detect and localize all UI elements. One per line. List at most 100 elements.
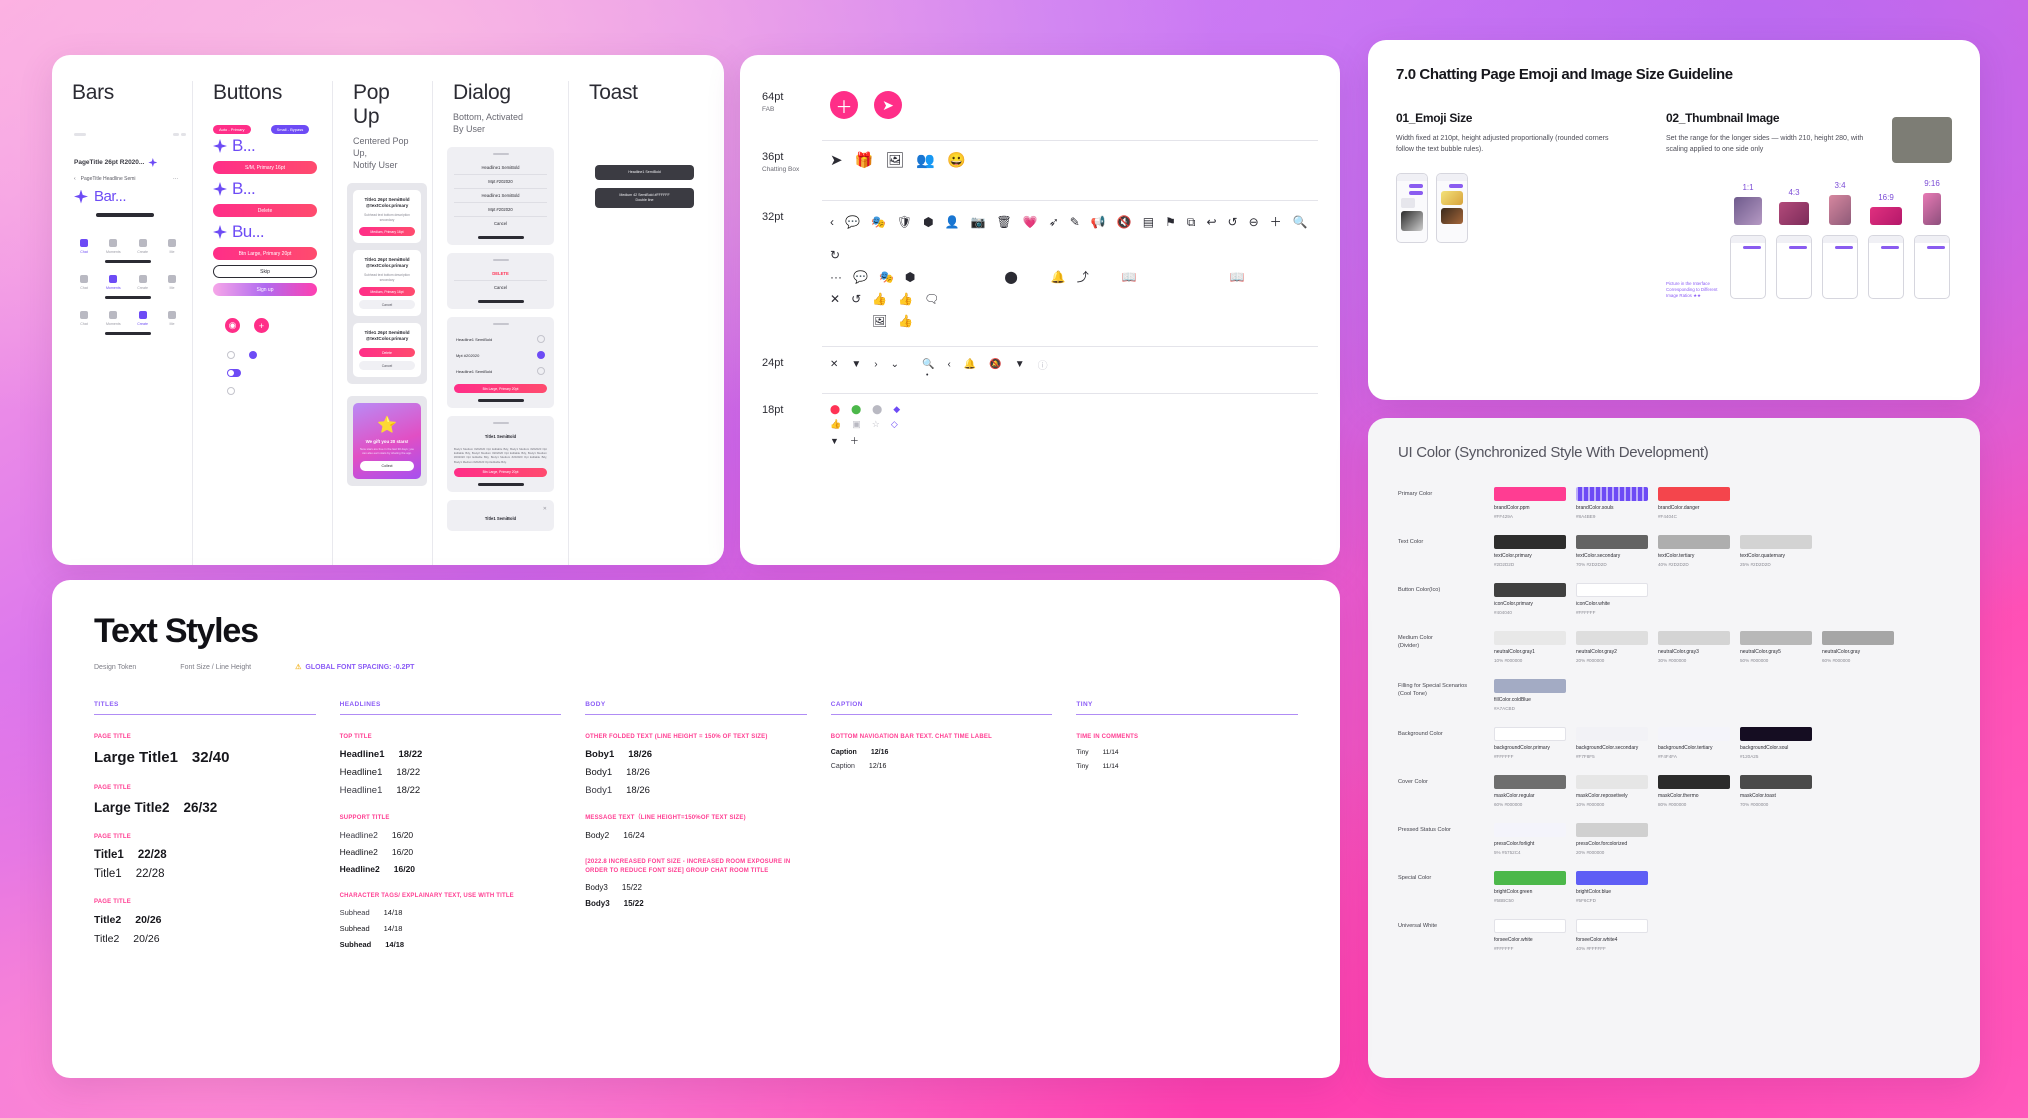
button-small-primary[interactable]: S/M, Primary 16pt — [213, 161, 317, 174]
more-icon[interactable]: ··· — [173, 176, 178, 182]
bell-off-icon[interactable]: 🔕 — [989, 359, 1001, 370]
hexagon-2-icon[interactable]: ⬢ — [905, 266, 915, 288]
color-swatch[interactable]: textColor.primary #2D2D2D — [1494, 535, 1566, 567]
popup-cancel-button[interactable]: Cancel — [359, 361, 415, 371]
color-swatch[interactable]: maskColor.regular 60% #000000 — [1494, 775, 1566, 807]
button-skip[interactable]: Skip — [213, 265, 317, 278]
button-large-primary[interactable]: Btn Large, Primary 20pt — [213, 247, 317, 260]
color-swatch[interactable]: iconColor.white #FFFFFF — [1576, 583, 1648, 615]
thumbs-up-tiny-icon[interactable]: 👍 — [830, 419, 841, 430]
book-2-icon[interactable]: 📖 — [1230, 266, 1245, 288]
search-icon[interactable]: 🔍 — [1293, 211, 1308, 233]
diamond-small-icon[interactable]: ◆ — [893, 404, 900, 415]
color-swatch[interactable]: maskColor.reposetively 10% #000000 — [1576, 775, 1648, 807]
sheet-grip[interactable] — [492, 323, 509, 325]
color-swatch[interactable]: iconColor.primary #404040 — [1494, 583, 1566, 615]
color-swatch[interactable]: textColor.quaternary 25% #2D2D2D — [1740, 535, 1812, 567]
color-swatch[interactable]: textColor.tertiary 40% #2D2D2D — [1658, 535, 1730, 567]
mask-2-icon[interactable]: 🎭 — [879, 266, 894, 288]
tab-item[interactable]: Chat — [74, 239, 94, 254]
color-swatch[interactable]: neutralColor.gray 60% #000000 — [1822, 631, 1894, 663]
caret-down-icon[interactable]: ▼ — [851, 359, 861, 370]
tab-item[interactable]: Moments — [103, 311, 123, 326]
close-icon[interactable]: ✕ — [830, 288, 840, 310]
chevron-right-icon[interactable]: › — [874, 359, 877, 370]
radio-on[interactable] — [249, 351, 257, 359]
color-swatch[interactable]: maskColor.thermo 80% #000000 — [1658, 775, 1730, 807]
popup-primary-button[interactable]: Medium, Primary 16pt — [359, 287, 415, 297]
chevron-left-small-icon[interactable]: ‹ — [947, 359, 950, 370]
user-circle-icon[interactable]: 👤 — [945, 211, 960, 233]
back-chevron-icon[interactable]: ‹ — [74, 176, 76, 182]
brand-button-2[interactable]: B... — [213, 179, 318, 199]
send-icon[interactable]: ➤ — [830, 151, 843, 169]
camera-icon[interactable]: 📷 — [971, 211, 986, 233]
tab-bar-1[interactable]: Chat Moments Create Me — [74, 239, 182, 263]
tab-item[interactable]: Me — [162, 311, 182, 326]
book-icon[interactable]: 📖 — [1122, 266, 1137, 288]
color-swatch[interactable]: brandColor.souls #8A4BE9 — [1576, 487, 1648, 519]
copy-icon[interactable]: ⧉ — [1187, 211, 1196, 233]
dialog-primary-button[interactable]: Btn Large, Primary 20pt — [454, 384, 547, 393]
image-tiny-icon[interactable]: ▣ — [852, 419, 861, 430]
tab-item[interactable]: Moments — [103, 239, 123, 254]
color-swatch[interactable]: brandColor.danger #F4404C — [1658, 487, 1730, 519]
check-circle-icon[interactable]: ⬤ — [851, 404, 861, 415]
color-swatch[interactable]: textColor.secondary 70% #2D2D2D — [1576, 535, 1648, 567]
popup-delete-button[interactable]: Delete — [359, 348, 415, 358]
fab-camera-icon[interactable]: ◉ — [225, 318, 240, 333]
brand-button-1[interactable]: B... — [213, 136, 318, 156]
radio-on[interactable] — [537, 351, 545, 359]
color-swatch[interactable]: fillColor.coldBlue #A7ACBD — [1494, 679, 1566, 711]
popup-primary-button[interactable]: Medium, Primary 16pt — [359, 227, 415, 237]
comment-icon[interactable]: 🗨 — [924, 288, 939, 310]
shield-icon[interactable]: 🛡 — [897, 211, 912, 233]
brand-button-3[interactable]: Bu... — [213, 222, 318, 242]
chevron-down-icon[interactable]: ⌄ — [891, 359, 899, 370]
sheet-grip[interactable] — [492, 259, 509, 261]
diamond-tiny-icon[interactable]: ◇ — [891, 419, 898, 430]
color-swatch[interactable]: pressColor.forlight 5% #5752C4 — [1494, 823, 1566, 855]
radio-off[interactable] — [227, 351, 235, 359]
plus-tiny-icon[interactable]: ＋ — [850, 434, 859, 447]
color-swatch[interactable]: backgroundColor.soul #120A25 — [1740, 727, 1812, 759]
tab-item[interactable]: Me — [162, 275, 182, 290]
emoji-icon[interactable]: 😀 — [947, 151, 966, 169]
fab-send-icon[interactable]: ➤ — [874, 91, 902, 119]
gift-icon[interactable]: 🎁 — [855, 151, 874, 169]
star-tiny-icon[interactable]: ☆ — [872, 419, 880, 430]
radio-disabled[interactable] — [227, 387, 235, 395]
color-swatch[interactable]: neutralColor.gray3 30% #000000 — [1658, 631, 1730, 663]
color-swatch[interactable]: backgroundColor.primary #FFFFFF — [1494, 727, 1566, 759]
radio-off[interactable] — [537, 335, 545, 343]
tab-item[interactable]: Me — [162, 239, 182, 254]
flag-icon[interactable]: ⚑ — [1165, 211, 1176, 233]
thumbs-up-icon[interactable]: 👍 — [872, 288, 887, 310]
mute-icon[interactable]: 🔇 — [1117, 211, 1132, 233]
fab-add-icon[interactable]: ＋ — [830, 91, 858, 119]
dialog-option[interactable]: Headline1 SemiBold — [454, 331, 547, 347]
message-square-icon[interactable]: ▤ — [1143, 211, 1154, 233]
color-swatch[interactable]: brightColor.blue #5F6CFD — [1576, 871, 1648, 903]
sheet-grip[interactable] — [492, 153, 509, 155]
close-small-icon[interactable]: ✕ — [830, 359, 838, 370]
thumbs-up-filled-icon[interactable]: 👍 — [898, 288, 913, 310]
dialog-option[interactable]: Headline1 SemiBold — [454, 363, 547, 379]
plus-icon[interactable]: ＋ — [1270, 211, 1282, 233]
tab-item[interactable]: Chat — [74, 275, 94, 290]
heart-plus-icon[interactable]: 💗 — [1023, 211, 1038, 233]
image-icon[interactable]: 🖼 — [885, 151, 904, 169]
like-icon[interactable]: 👍 — [898, 310, 913, 332]
dialog-primary-button[interactable]: Btn Large, Primary 20pt — [454, 467, 547, 477]
color-swatch[interactable]: maskColor.toast 70% #000000 — [1740, 775, 1812, 807]
color-swatch[interactable]: neutralColor.gray5 50% #000000 — [1740, 631, 1812, 663]
trash-icon[interactable]: 🗑 — [997, 211, 1012, 233]
popup-cancel-button[interactable]: Cancel — [359, 300, 415, 310]
tab-item[interactable]: Create — [133, 239, 153, 254]
color-swatch[interactable]: backgroundColor.secondary #F7F8F5 — [1576, 727, 1648, 759]
bell-icon[interactable]: 🔔 — [1051, 266, 1066, 288]
toggle-switch[interactable] — [227, 369, 241, 377]
tab-item[interactable]: Create — [133, 311, 153, 326]
color-swatch[interactable]: neutralColor.gray2 20% #000000 — [1576, 631, 1648, 663]
more-horizontal-icon[interactable]: ··· — [830, 266, 842, 288]
